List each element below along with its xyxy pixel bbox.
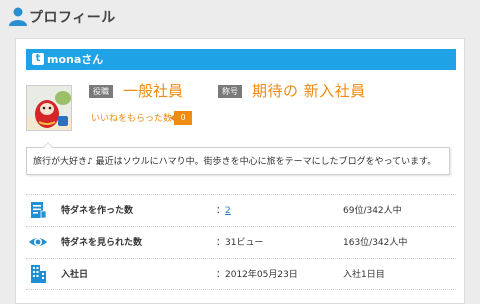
- person-icon: [9, 7, 27, 26]
- role-value: 一般社員: [123, 82, 184, 100]
- stat-row-join-date: 入社日 ：2012年05月23日 入社1日目: [26, 258, 456, 290]
- stat-value: ：2: [216, 205, 231, 217]
- stat-value: ：31ビュー: [216, 238, 264, 248]
- twitter-icon: t: [32, 53, 44, 65]
- stat-rank: 入社1日目: [343, 270, 385, 280]
- building-icon: [31, 265, 46, 283]
- bio-bubble: 旅行が大好き♪ 最近はソウルにハマり中。街歩きを中心に旅をテーマにしたブログをや…: [26, 142, 450, 175]
- stat-label: 特ダネを作った数: [61, 206, 134, 216]
- rank-title-tag: 称号: [218, 85, 242, 98]
- scoops-count-link[interactable]: 2: [225, 206, 231, 216]
- stat-row-scoops-viewed: 特ダネを見られた数 ：31ビュー 163位/342人中: [26, 226, 456, 258]
- stat-rank: 69位/342人中: [343, 206, 402, 216]
- rank-title-value: 期待の 新入社員: [252, 82, 366, 100]
- bio-text: 旅行が大好き♪ 最近はソウルにハマり中。街歩きを中心に旅をテーマにしたブログをや…: [33, 157, 437, 167]
- daruma-photo: [27, 86, 71, 130]
- user-name-bar: t monaさん: [26, 49, 456, 70]
- stat-label: 入社日: [61, 270, 89, 280]
- user-name: monaさん: [47, 53, 104, 66]
- document-icon: [31, 202, 47, 219]
- stat-value-prefix: ：: [216, 206, 226, 216]
- role-tag: 役職: [89, 85, 113, 98]
- stat-label: 特ダネを見られた数: [61, 238, 143, 248]
- stat-value: ：2012年05月23日: [216, 270, 298, 280]
- eye-icon: [29, 238, 47, 246]
- avatar[interactable]: [26, 85, 72, 131]
- likes-label: いいねをもらった数: [91, 114, 173, 124]
- stat-rank: 163位/342人中: [343, 238, 408, 248]
- page-header: プロフィール: [0, 0, 480, 32]
- page-title: プロフィール: [29, 10, 116, 26]
- profile-card: t monaさん 役職 一般社員 称号 期待の 新入社員 いいねをもらった数 0…: [15, 38, 465, 304]
- stat-row-scoops-created: 特ダネを作った数 ：2 69位/342人中: [26, 194, 456, 226]
- likes-count-badge: 0: [170, 111, 192, 125]
